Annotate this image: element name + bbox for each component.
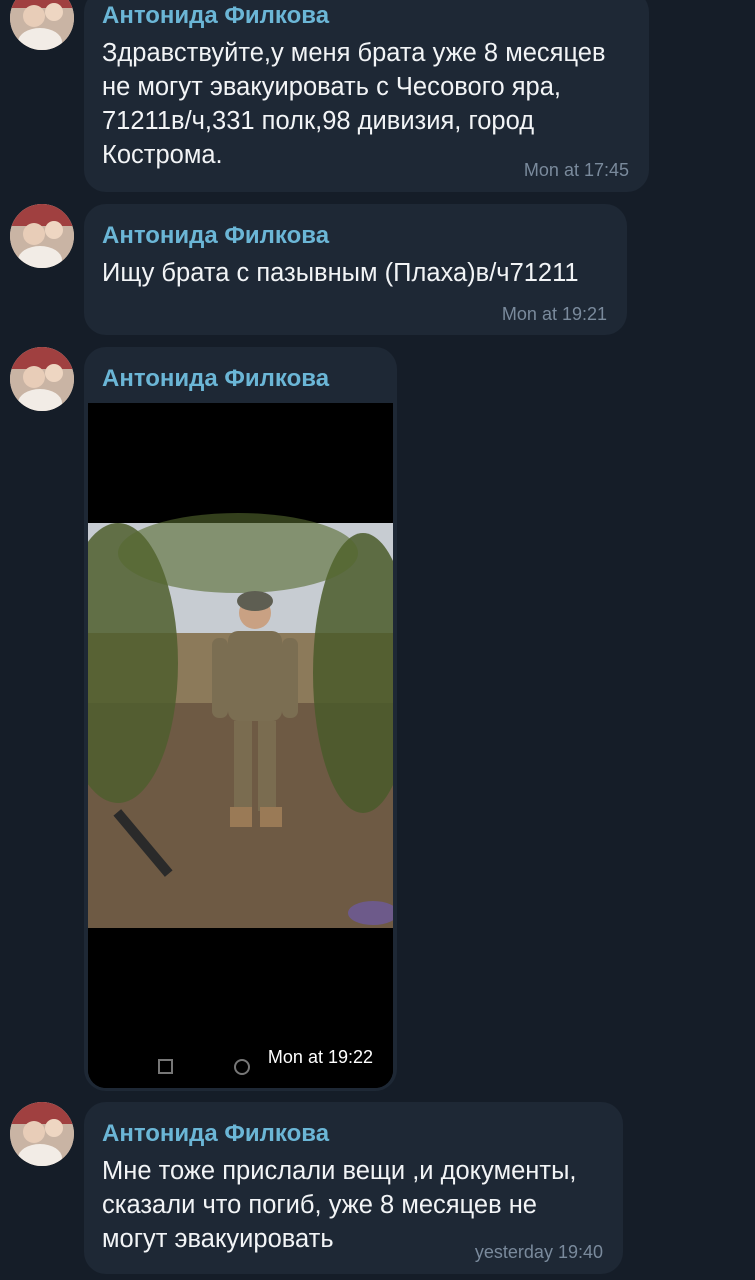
sender-name[interactable]: Антонида Филкова [102,2,329,30]
message-time: Mon at 17:45 [523,160,629,180]
photo-bubble[interactable]: Антонида Филкова Mon at 19:22 [84,347,397,1091]
sender-avatar[interactable] [10,1102,74,1166]
message-bubble[interactable]: Антонида Филкова Ищу брата с пазывным (П… [84,204,627,335]
message-time: Mon at 19:22 [263,1045,377,1070]
sender-avatar[interactable] [10,0,74,50]
message-text: Мне тоже прислали вещи ,и документы, ска… [102,1157,577,1253]
message-time: yesterday 19:40 [474,1242,603,1262]
nav-circle-icon [234,1059,250,1075]
message-bubble[interactable]: Антонида Филкова Здравствуйте,у меня бра… [84,0,649,192]
soldier-photo [88,403,393,1088]
message-time: Mon at 19:21 [501,304,607,324]
sender-name[interactable]: Антонида Филкова [102,222,329,250]
sender-name[interactable]: Антонида Филкова [102,1120,329,1148]
sender-name[interactable]: Антонида Филкова [102,365,329,393]
photo-attachment[interactable]: Mon at 19:22 [88,403,393,1088]
message-text: Здравствуйте,у меня брата уже 8 месяцев … [102,39,606,169]
nav-square-icon [158,1059,173,1074]
sender-avatar[interactable] [10,204,74,268]
message-bubble[interactable]: Антонида Филкова Мне тоже прислали вещи … [84,1102,623,1274]
sender-avatar[interactable] [10,347,74,411]
message-text: Ищу брата с пазывным (Плаха)в/ч71211 [102,259,579,287]
